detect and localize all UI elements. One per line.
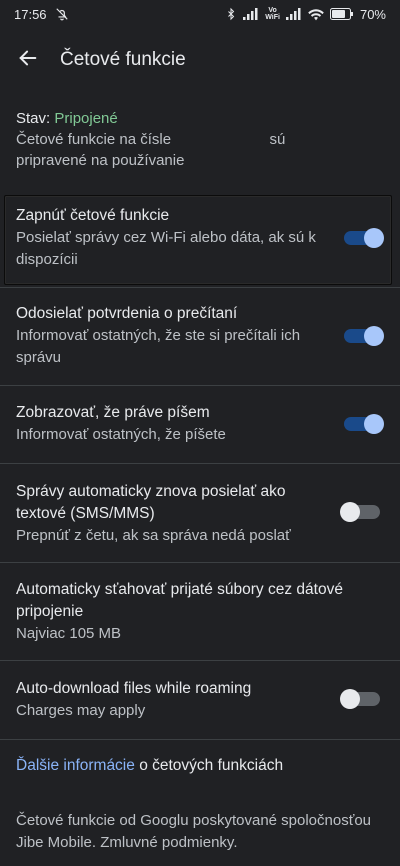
setting-title: Automaticky sťahovať prijaté súbory cez … xyxy=(16,581,343,620)
battery-percent: 70% xyxy=(359,6,386,22)
divider xyxy=(0,660,400,661)
back-button[interactable] xyxy=(8,40,48,80)
divider xyxy=(0,385,400,386)
more-info-text: o četových funkciách xyxy=(134,757,284,774)
clock: 17:56 xyxy=(14,6,47,22)
status-desc-part1: Četové funkcie na čísle xyxy=(16,131,172,148)
toggle-typing-indicator[interactable] xyxy=(344,414,384,434)
arrow-back-icon xyxy=(17,47,39,74)
setting-title: Zapnúť četové funkcie xyxy=(16,207,170,224)
setting-subtitle: Informovať ostatných, že píšete xyxy=(16,426,226,443)
bell-off-icon xyxy=(55,7,69,21)
status-value: Pripojené xyxy=(54,110,118,127)
status-desc-part3: pripravené na používanie xyxy=(16,152,185,169)
setting-title: Auto-download files while roaming xyxy=(16,680,252,697)
setting-subtitle: Prepnúť z četu, ak sa správa nedá poslať xyxy=(16,527,291,544)
setting-typing-indicator[interactable]: Zobrazovať, že práve píšem Informovať os… xyxy=(0,402,400,446)
divider xyxy=(0,562,400,563)
battery-icon xyxy=(329,8,354,20)
divider xyxy=(0,463,400,464)
status-label: Stav: xyxy=(16,110,55,127)
toggle-roaming-download[interactable] xyxy=(340,689,380,709)
footer-text: Četové funkcie od Googlu poskytované spo… xyxy=(16,812,372,851)
connection-status: Stav: Pripojené Četové funkcie na čísle … xyxy=(16,108,384,171)
setting-title: Zobrazovať, že práve píšem xyxy=(16,404,210,421)
signal-icon xyxy=(285,8,302,20)
setting-subtitle: Charges may apply xyxy=(16,702,146,719)
divider xyxy=(0,287,400,288)
setting-subtitle: Informovať ostatných, že ste si prečítal… xyxy=(16,327,301,366)
setting-read-receipts[interactable]: Odosielať potvrdenia o prečítaní Informo… xyxy=(0,303,400,369)
more-info-link[interactable]: Ďalšie informácie xyxy=(16,757,135,774)
app-bar: Četové funkcie xyxy=(0,36,400,84)
more-info: Ďalšie informácie o četových funkciách xyxy=(16,755,384,777)
setting-subtitle: Posielať správy cez Wi-Fi alebo dáta, ak… xyxy=(16,229,316,268)
status-bar: 17:56 Vo WiFi 70% xyxy=(0,0,400,28)
toggle-read-receipts[interactable] xyxy=(344,326,384,346)
setting-enable-chat[interactable]: Zapnúť četové funkcie Posielať správy ce… xyxy=(0,205,400,271)
setting-title: Správy automaticky znova posielať ako te… xyxy=(16,483,286,522)
wifi-icon xyxy=(308,8,324,21)
setting-title: Odosielať potvrdenia o prečítaní xyxy=(16,305,238,322)
setting-auto-download[interactable]: Automaticky sťahovať prijaté súbory cez … xyxy=(0,579,400,645)
setting-subtitle: Najviac 105 MB xyxy=(16,625,122,642)
vowifi-icon: Vo WiFi xyxy=(265,7,280,21)
status-desc-part2: sú xyxy=(269,131,286,148)
toggle-enable-chat[interactable] xyxy=(344,228,384,248)
bluetooth-icon xyxy=(225,7,237,21)
page-title: Četové funkcie xyxy=(60,49,186,70)
signal-icon xyxy=(243,8,259,20)
divider xyxy=(0,739,400,740)
toggle-resend-as-sms[interactable] xyxy=(340,502,380,522)
